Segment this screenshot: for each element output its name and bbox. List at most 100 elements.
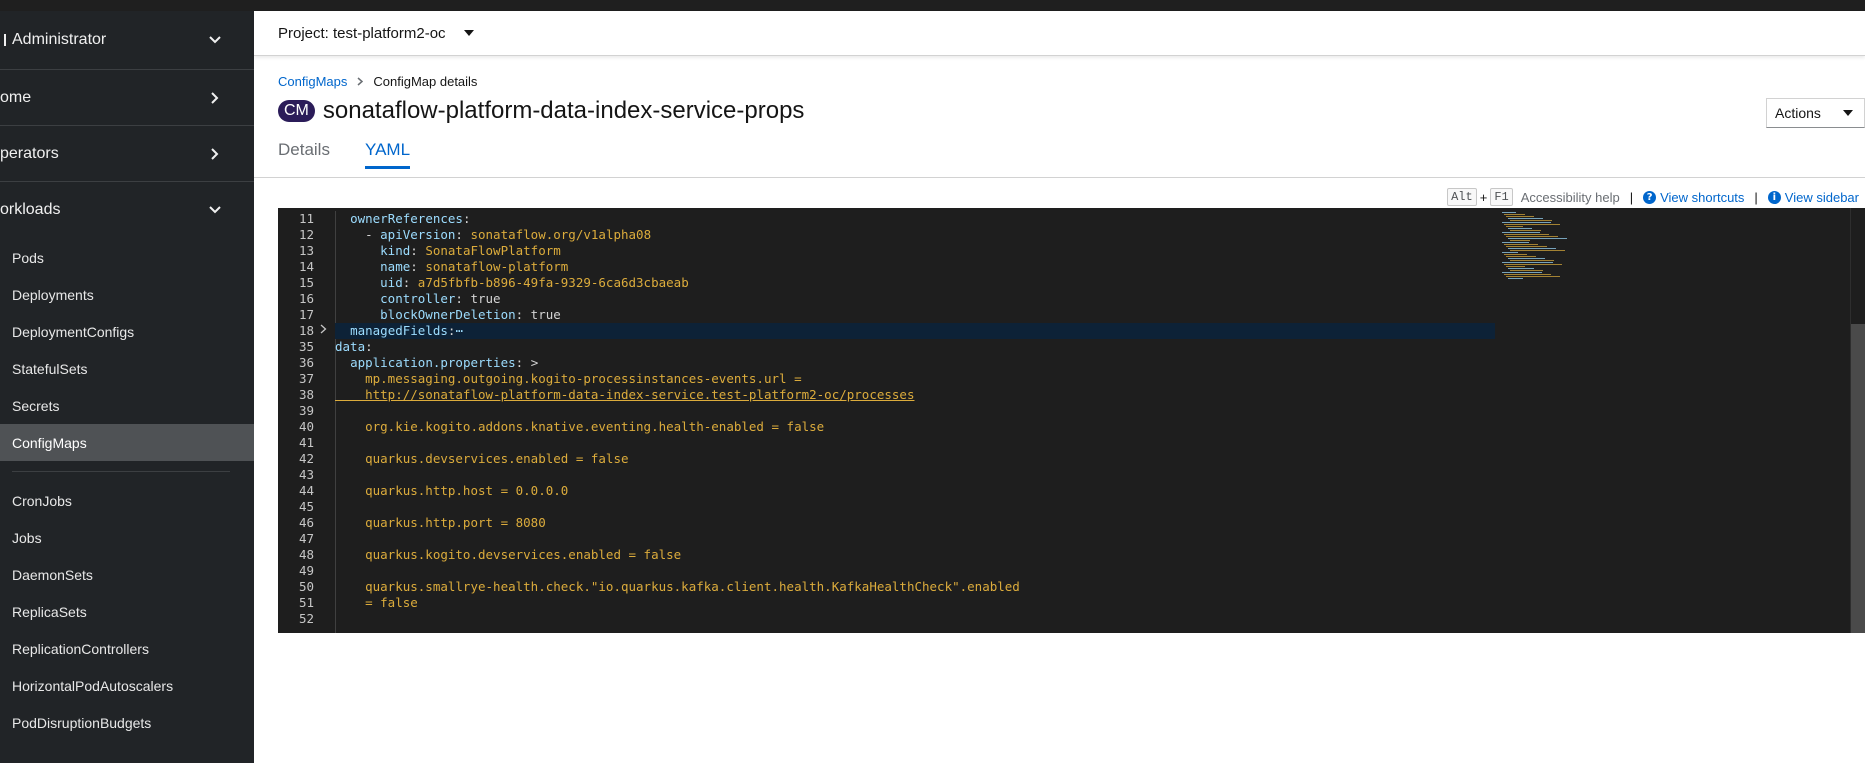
code-line: quarkus.devservices.enabled = false: [335, 451, 629, 466]
line-number: 12: [298, 227, 314, 242]
line-number: 44: [298, 483, 314, 498]
line-number: 37: [298, 371, 314, 386]
resource-badge: CM: [278, 100, 315, 122]
breadcrumb-link-configmaps[interactable]: ConfigMaps: [278, 74, 347, 89]
code-line: blockOwnerDeletion: true: [380, 307, 561, 322]
minimap-line: [1506, 236, 1558, 237]
sidebar-item-deployments[interactable]: Deployments: [0, 276, 254, 313]
code-line: uid: a7d5fbfb-b896-49fa-9329-6ca6d3cbaea…: [380, 275, 689, 290]
sidebar-item-replicasets[interactable]: ReplicaSets: [0, 593, 254, 630]
minimap-line: [1508, 248, 1556, 249]
line-number: 11: [298, 211, 314, 226]
sidebar-section-label: perators: [0, 144, 59, 162]
actions-dropdown[interactable]: Actions: [1766, 98, 1865, 128]
project-bar: Project: test-platform2-oc: [254, 11, 1865, 56]
minimap-line: [1506, 276, 1560, 277]
code-line: managedFields:⋯: [335, 323, 1495, 339]
sidebar-section-home[interactable]: ome: [0, 70, 254, 126]
minimap-line: [1510, 250, 1565, 251]
minimap-line: [1510, 220, 1552, 221]
editor-scrollbar[interactable]: [1851, 324, 1865, 633]
minimap-line: [1504, 264, 1562, 265]
editor-minimap[interactable]: [1496, 208, 1596, 633]
main-content: Project: test-platform2-oc ConfigMaps Co…: [254, 11, 1865, 763]
project-label: Project: test-platform2-oc: [278, 24, 446, 42]
code-line: = false: [335, 595, 418, 610]
question-circle-icon: ?: [1643, 190, 1657, 204]
line-number: 15: [298, 275, 314, 290]
minimap-line: [1502, 252, 1518, 253]
sidebar-item-statefulsets[interactable]: StatefulSets: [0, 350, 254, 387]
actions-label: Actions: [1775, 105, 1821, 121]
code-line: application.properties: >: [350, 355, 539, 370]
minimap-line: [1510, 260, 1554, 261]
sidebar-workloads-list: Pods Deployments DeploymentConfigs State…: [0, 237, 254, 741]
minimap-line: [1508, 228, 1532, 229]
minimap-line: [1506, 256, 1536, 257]
sidebar-section-workloads[interactable]: orkloads: [0, 182, 254, 237]
sidebar-item-jobs[interactable]: Jobs: [0, 519, 254, 556]
view-shortcuts-label: View shortcuts: [1660, 189, 1745, 205]
minimap-line: [1504, 274, 1551, 275]
editor-help-bar: Alt + F1 Accessibility help | ? View sho…: [1447, 188, 1859, 206]
minimap-line: [1508, 218, 1543, 219]
sidebar-item-pods[interactable]: Pods: [0, 239, 254, 276]
tab-yaml[interactable]: YAML: [365, 140, 411, 169]
sidebar-item-secrets[interactable]: Secrets: [0, 387, 254, 424]
sidebar-item-configmaps[interactable]: ConfigMaps: [0, 424, 254, 461]
line-number: 18: [278, 323, 336, 339]
minimap-line: [1504, 234, 1549, 235]
chevron-down-icon: [208, 203, 222, 217]
fold-chevron-icon[interactable]: [320, 323, 327, 339]
code-line: quarkus.http.port = 8080: [335, 515, 546, 530]
code-line: - apiVersion: sonataflow.org/v1alpha08: [335, 227, 652, 242]
line-number: 49: [298, 563, 314, 578]
sidebar-item-cronjobs[interactable]: CronJobs: [0, 482, 254, 519]
sidebar-divider: [12, 471, 230, 472]
code-line: name: sonataflow-platform: [380, 259, 569, 274]
view-sidebar-link[interactable]: i View sidebar: [1767, 190, 1859, 205]
minimap-line: [1504, 254, 1527, 255]
sidebar-section-operators[interactable]: perators: [0, 126, 254, 182]
sidebar-item-replicationcontrollers[interactable]: ReplicationControllers: [0, 630, 254, 667]
sidebar-item-deploymentconfigs[interactable]: DeploymentConfigs: [0, 313, 254, 350]
yaml-editor[interactable]: 11 12 13 14 15 16 17 18 35 36 37 38 39 40 41 42 43 44 45 46…: [278, 208, 1865, 633]
line-number: 42: [298, 451, 314, 466]
line-number: 36: [298, 355, 314, 370]
sidebar-item-horizontalpodautoscalers[interactable]: HorizontalPodAutoscalers: [0, 667, 254, 704]
breadcrumb-current: ConfigMap details: [373, 74, 478, 89]
sidebar-item-poddisruptionbudgets[interactable]: PodDisruptionBudgets: [0, 704, 254, 741]
chevron-right-icon: [357, 75, 364, 89]
perspective-icon: [0, 34, 6, 46]
code-line: mp.messaging.outgoing.kogito-processinst…: [335, 371, 802, 386]
line-number: 40: [298, 419, 314, 434]
perspective-switcher[interactable]: Administrator: [0, 11, 254, 70]
minimap-line: [1502, 272, 1542, 273]
line-number: 46: [298, 515, 314, 530]
minimap-line: [1510, 240, 1530, 241]
minimap-line: [1508, 278, 1523, 279]
minimap-line: [1508, 238, 1567, 239]
info-circle-icon: i: [1767, 190, 1781, 204]
caret-down-icon: [1842, 110, 1853, 116]
code-line: http://sonataflow-platform-data-index-se…: [335, 387, 915, 402]
minimap-line: [1504, 244, 1538, 245]
tab-details[interactable]: Details: [278, 140, 330, 160]
divider: |: [1629, 189, 1634, 205]
minimap-line: [1508, 258, 1545, 259]
editor-code[interactable]: ownerReferences: - apiVersion: sonataflo…: [335, 211, 1495, 627]
line-number: 16: [298, 291, 314, 306]
line-number: 35: [298, 339, 314, 354]
view-shortcuts-link[interactable]: ? View shortcuts: [1643, 190, 1744, 205]
line-number: 13: [298, 243, 314, 258]
chevron-right-icon: [208, 91, 222, 105]
line-number: 43: [298, 467, 314, 482]
project-selector[interactable]: Project: test-platform2-oc: [278, 25, 474, 42]
minimap-line: [1506, 266, 1525, 267]
sidebar-section-label: ome: [0, 88, 32, 106]
sidebar-item-daemonsets[interactable]: DaemonSets: [0, 556, 254, 593]
minimap-line: [1506, 246, 1547, 247]
